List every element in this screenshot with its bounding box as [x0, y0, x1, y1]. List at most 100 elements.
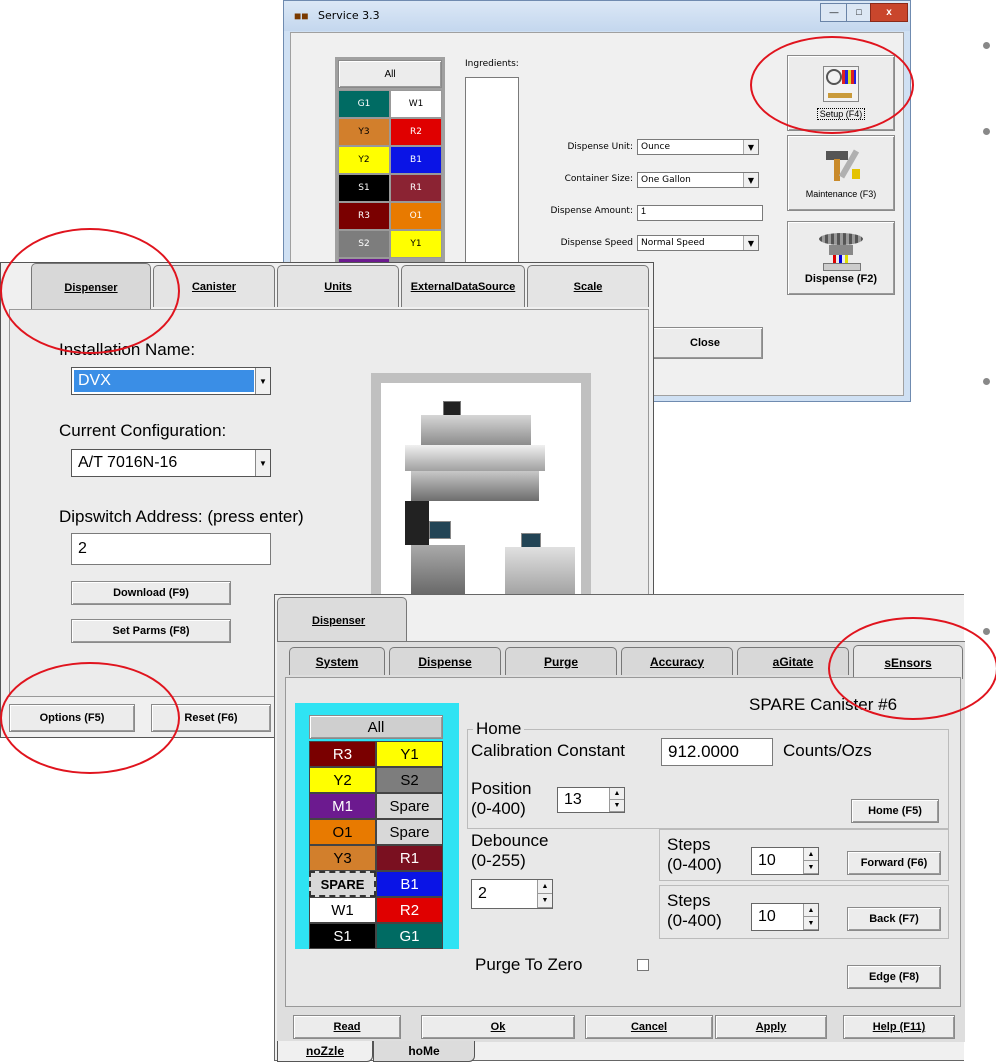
tab-units[interactable]: Units [277, 265, 399, 307]
tab-canister[interactable]: Canister [153, 265, 275, 307]
chevron-down-icon[interactable]: ▼ [255, 368, 270, 394]
debounce-range: (0-255) [471, 851, 526, 870]
colorant-all-button[interactable]: All [338, 60, 442, 88]
ingredients-list[interactable] [465, 77, 519, 263]
position-spinner[interactable]: 13 ▲ ▼ [557, 787, 625, 813]
tab-scale[interactable]: Scale [527, 265, 649, 307]
forward-steps-range: (0-400) [667, 855, 722, 874]
spin-down-icon[interactable]: ▼ [804, 861, 818, 874]
dispense-speed-select[interactable]: Normal Speed ▼ [637, 235, 759, 251]
dispense-unit-select[interactable]: Ounce ▼ [637, 139, 759, 155]
cal-constant-value: 912.0000 [668, 742, 739, 761]
canister-cell[interactable]: SPARE [309, 871, 376, 897]
colorant-cell[interactable]: Y1 [390, 230, 442, 258]
current-config-value: A/T 7016N-16 [78, 454, 178, 471]
colorant-cell[interactable]: R3 [338, 202, 390, 230]
spin-up-icon[interactable]: ▲ [538, 880, 552, 894]
cal-constant-input[interactable]: 912.0000 [661, 738, 773, 766]
maximize-button[interactable]: □ [846, 3, 872, 22]
debounce-value: 2 [478, 885, 487, 902]
reset-button[interactable]: Reset (F6) [151, 704, 271, 732]
canister-cell[interactable]: M1 [309, 793, 376, 819]
tab-dispense[interactable]: Dispense [389, 647, 501, 675]
setup-button[interactable]: Setup (F4) [787, 55, 895, 131]
canister-cell[interactable]: O1 [309, 819, 376, 845]
installation-name-label: Installation Name: [59, 340, 196, 359]
spin-up-icon[interactable]: ▲ [804, 904, 818, 917]
colorant-cell[interactable]: R2 [390, 118, 442, 146]
outer-tab-dispenser[interactable]: Dispenser [277, 597, 407, 643]
colorant-cell[interactable]: G1 [338, 90, 390, 118]
forward-steps-spinner[interactable]: 10 ▲ ▼ [751, 847, 819, 875]
download-button[interactable]: Download (F9) [71, 581, 231, 605]
cancel-button[interactable]: Cancel [585, 1015, 713, 1039]
maintenance-button[interactable]: Maintenance (F3) [787, 135, 895, 211]
canister-cell[interactable]: S2 [376, 767, 443, 793]
colorant-cell[interactable]: O1 [390, 202, 442, 230]
apply-button[interactable]: Apply [715, 1015, 827, 1039]
set-parms-button[interactable]: Set Parms (F8) [71, 619, 231, 643]
home-button[interactable]: Home (F5) [851, 799, 939, 823]
colorant-cell[interactable]: W1 [390, 90, 442, 118]
canister-cell[interactable]: R2 [376, 897, 443, 923]
tab-home[interactable]: hoMe [373, 1041, 475, 1062]
colorant-cell[interactable]: Y2 [338, 146, 390, 174]
canister-cell[interactable]: Y2 [309, 767, 376, 793]
colorant-cell[interactable]: Y3 [338, 118, 390, 146]
spin-down-icon[interactable]: ▼ [804, 917, 818, 930]
canister-cell[interactable]: R1 [376, 845, 443, 871]
tab-sensors[interactable]: sEnsors [853, 645, 963, 679]
colorant-cell[interactable]: B1 [390, 146, 442, 174]
canister-cell[interactable]: Spare [376, 793, 443, 819]
all-button[interactable]: All [309, 715, 443, 739]
read-button[interactable]: Read [293, 1015, 401, 1039]
canister-cell[interactable]: Y1 [376, 741, 443, 767]
colorant-cell[interactable]: S2 [338, 230, 390, 258]
chevron-down-icon[interactable]: ▼ [255, 450, 270, 476]
debounce-spinner[interactable]: 2 ▲ ▼ [471, 879, 553, 909]
chevron-down-icon[interactable]: ▼ [743, 236, 758, 250]
position-range: (0-400) [471, 799, 526, 818]
current-config-select[interactable]: A/T 7016N-16 ▼ [71, 449, 271, 477]
edge-button[interactable]: Edge (F8) [847, 965, 941, 989]
canister-cell[interactable]: S1 [309, 923, 376, 949]
dipswitch-input[interactable]: 2 [71, 533, 271, 565]
container-size-select[interactable]: One Gallon ▼ [637, 172, 759, 188]
tab-nozzle[interactable]: noZzle [277, 1041, 373, 1062]
tab-dispenser[interactable]: Dispenser [31, 263, 151, 311]
spin-up-icon[interactable]: ▲ [610, 788, 624, 800]
canister-cell[interactable]: W1 [309, 897, 376, 923]
colorant-cell[interactable]: S1 [338, 174, 390, 202]
cal-units-label: Counts/Ozs [783, 741, 872, 760]
spin-down-icon[interactable]: ▼ [538, 894, 552, 908]
cal-constant-label: Calibration Constant [471, 741, 626, 760]
minimize-button[interactable]: — [820, 3, 848, 22]
tab-purge[interactable]: Purge [505, 647, 617, 675]
forward-button[interactable]: Forward (F6) [847, 851, 941, 875]
tab-external-data-source[interactable]: ExternalDataSource [401, 265, 525, 307]
ok-button[interactable]: Ok [421, 1015, 575, 1039]
canister-cell[interactable]: G1 [376, 923, 443, 949]
chevron-down-icon[interactable]: ▼ [743, 140, 758, 154]
installation-name-select[interactable]: DVX ▼ [71, 367, 271, 395]
back-button[interactable]: Back (F7) [847, 907, 941, 931]
spin-up-icon[interactable]: ▲ [804, 848, 818, 861]
canister-cell[interactable]: B1 [376, 871, 443, 897]
canister-cell[interactable]: Y3 [309, 845, 376, 871]
help-button[interactable]: Help (F11) [843, 1015, 955, 1039]
canister-cell[interactable]: R3 [309, 741, 376, 767]
tab-system[interactable]: System [289, 647, 385, 675]
dispense-button[interactable]: Dispense (F2) [787, 221, 895, 295]
purge-to-zero-checkbox[interactable] [637, 959, 649, 971]
back-steps-spinner[interactable]: 10 ▲ ▼ [751, 903, 819, 931]
tab-agitate[interactable]: aGitate [737, 647, 849, 675]
colorant-cell[interactable]: R1 [390, 174, 442, 202]
close-window-button[interactable]: x [870, 3, 908, 22]
options-button[interactable]: Options (F5) [9, 704, 135, 732]
tab-accuracy[interactable]: Accuracy [621, 647, 733, 675]
spin-down-icon[interactable]: ▼ [610, 800, 624, 812]
canister-cell[interactable]: Spare [376, 819, 443, 845]
chevron-down-icon[interactable]: ▼ [743, 173, 758, 187]
close-button[interactable]: Close [647, 327, 763, 359]
dispense-amount-input[interactable]: 1 [637, 205, 763, 221]
